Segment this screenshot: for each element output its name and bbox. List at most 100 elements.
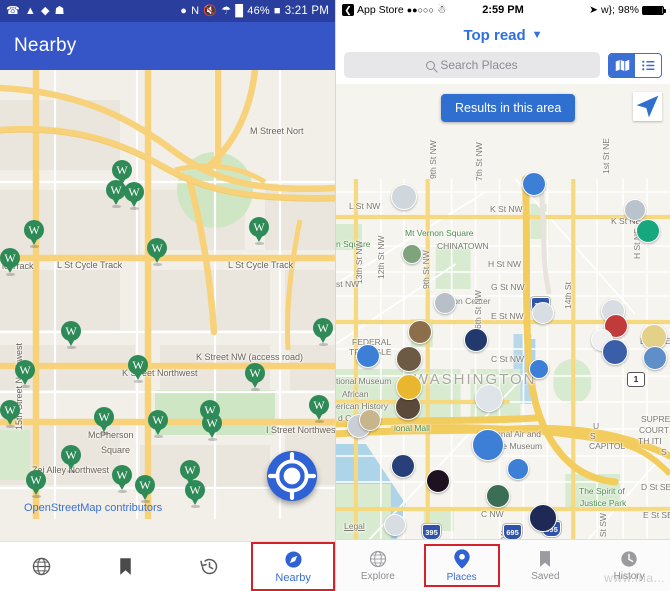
android-bottom-nav[interactable]: Nearby	[0, 541, 335, 591]
poi-badge[interactable]	[522, 172, 546, 196]
wikipedia-article-pin[interactable]: W	[135, 475, 155, 503]
wikipedia-article-pin[interactable]: W	[0, 248, 20, 276]
wikipedia-article-pin[interactable]: W	[202, 413, 222, 441]
segment-list[interactable]	[635, 54, 661, 77]
ios-search-row: Search Places	[336, 50, 670, 84]
pin-shadow	[111, 205, 121, 208]
poi-badge[interactable]	[426, 469, 450, 493]
ios-tab-bar[interactable]: Explore Places Saved History www.fria...	[336, 539, 670, 591]
poi-badge[interactable]	[643, 346, 667, 370]
tab-saved[interactable]: Saved	[504, 540, 588, 591]
android-map-canvas[interactable]: M Street Nort le Track L St Cycle Track L S…	[0, 70, 335, 519]
wikipedia-article-pin[interactable]: W	[249, 217, 269, 245]
wikipedia-article-pin[interactable]: W	[309, 395, 329, 423]
poi-badge[interactable]	[532, 302, 554, 324]
wikipedia-article-pin[interactable]: W	[61, 445, 81, 473]
tab-places[interactable]: Places	[420, 540, 504, 591]
wikipedia-article-pin[interactable]: W	[24, 220, 44, 248]
pin-tip	[318, 334, 328, 343]
battery-percent: 98%	[617, 4, 639, 16]
bookmark-icon	[120, 558, 131, 575]
locate-me-button[interactable]	[633, 92, 662, 121]
android-phone-screen: ☎ ▲ ◆ ☗ ● N 🔇 ☂ █ 46% ■ 3:21 PM Nearby M…	[0, 0, 335, 591]
call-wifi-icon: ☎	[6, 4, 20, 17]
poi-badge[interactable]	[356, 344, 380, 368]
pin-tip	[29, 236, 39, 245]
search-placeholder: Search Places	[440, 58, 518, 72]
poi-badge[interactable]	[602, 339, 628, 365]
nav-item-globe[interactable]	[0, 542, 84, 591]
wikipedia-article-pin[interactable]: W	[245, 363, 265, 391]
wikipedia-article-pin[interactable]: W	[0, 400, 20, 428]
segment-map[interactable]	[609, 53, 635, 77]
wikipedia-article-pin[interactable]: W	[147, 238, 167, 266]
pin-tip	[66, 337, 76, 346]
poi-badge[interactable]	[434, 292, 456, 314]
pin-shadow	[66, 470, 76, 473]
poi-badge[interactable]	[529, 359, 549, 379]
poi-badge[interactable]	[507, 458, 529, 480]
map-list-segmented-control[interactable]	[608, 52, 662, 78]
poi-badge[interactable]	[402, 244, 422, 264]
poi-badge[interactable]	[391, 184, 417, 210]
warning-icon: ▲	[24, 4, 36, 17]
poi-badge[interactable]	[486, 484, 510, 508]
nav-item-bookmark[interactable]	[84, 542, 168, 591]
poi-badge[interactable]	[359, 409, 381, 431]
wikipedia-article-pin[interactable]: W	[112, 465, 132, 493]
globe-icon	[33, 557, 51, 576]
pin-shadow	[133, 380, 143, 383]
poi-badge[interactable]	[636, 219, 660, 243]
comparison-screenshot: ☎ ▲ ◆ ☗ ● N 🔇 ☂ █ 46% ■ 3:21 PM Nearby M…	[0, 0, 670, 591]
chevron-down-icon[interactable]: ▼	[532, 29, 543, 41]
clock-icon	[621, 551, 637, 567]
wifi-icon: ☂	[221, 4, 232, 17]
search-input[interactable]: Search Places	[344, 52, 600, 78]
tab-explore[interactable]: Explore	[336, 540, 420, 591]
wikipedia-article-pin[interactable]: W	[106, 180, 126, 208]
pin-shadow	[129, 207, 139, 210]
nav-item-history[interactable]	[168, 542, 252, 591]
poi-badge[interactable]	[529, 504, 557, 532]
status-right-group: ➤ w}; 98%	[589, 4, 666, 16]
highway-shield: 1	[627, 372, 645, 387]
crosshair-icon	[268, 452, 316, 500]
poi-badge[interactable]	[408, 320, 432, 344]
pin-shadow	[140, 500, 150, 503]
wikipedia-article-pin[interactable]: W	[128, 355, 148, 383]
ios-map-canvas[interactable]: L St NW 9th St NW 7th St NW Mt Vernon Squar…	[336, 84, 670, 543]
wikipedia-article-pin[interactable]: W	[185, 480, 205, 508]
wikipedia-article-pin[interactable]: W	[26, 470, 46, 498]
pin-tip	[99, 423, 109, 432]
battery-icon	[642, 5, 666, 15]
wikipedia-article-pin[interactable]: W	[124, 182, 144, 210]
wikipedia-article-pin[interactable]: W	[15, 360, 35, 388]
nav-item-nearby-label: Nearby	[275, 572, 311, 584]
pin-shadow	[5, 425, 15, 428]
pin-tip	[111, 196, 121, 205]
pin-shadow	[66, 346, 76, 349]
bookmark-icon	[540, 551, 551, 567]
tab-history[interactable]: History	[587, 540, 670, 591]
status-left-group[interactable]: ❮ App Store ●●○○○ ☃	[342, 4, 446, 16]
wikipedia-article-pin[interactable]: W	[61, 321, 81, 349]
pin-shadow	[117, 490, 127, 493]
poi-badge[interactable]	[396, 346, 422, 372]
pin-tip	[5, 264, 15, 273]
ios-nav-bar[interactable]: Top read ▼	[336, 20, 670, 50]
poi-badge[interactable]	[391, 454, 415, 478]
nav-item-nearby[interactable]: Nearby	[251, 542, 335, 591]
poi-badge[interactable]	[475, 384, 503, 412]
pin-tip	[129, 198, 139, 207]
poi-badge[interactable]	[384, 514, 406, 536]
poi-badge[interactable]	[396, 374, 422, 400]
highway-shield: 395	[422, 524, 441, 540]
my-location-fab[interactable]	[267, 451, 317, 501]
wikipedia-article-pin[interactable]: W	[313, 318, 333, 346]
wikipedia-article-pin[interactable]: W	[94, 407, 114, 435]
poi-badge[interactable]	[464, 328, 488, 352]
results-in-this-area-button[interactable]: Results in this area	[441, 94, 576, 122]
wikipedia-article-pin[interactable]: W	[148, 410, 168, 438]
poi-badge[interactable]	[472, 429, 504, 461]
poi-badge[interactable]	[624, 199, 646, 221]
